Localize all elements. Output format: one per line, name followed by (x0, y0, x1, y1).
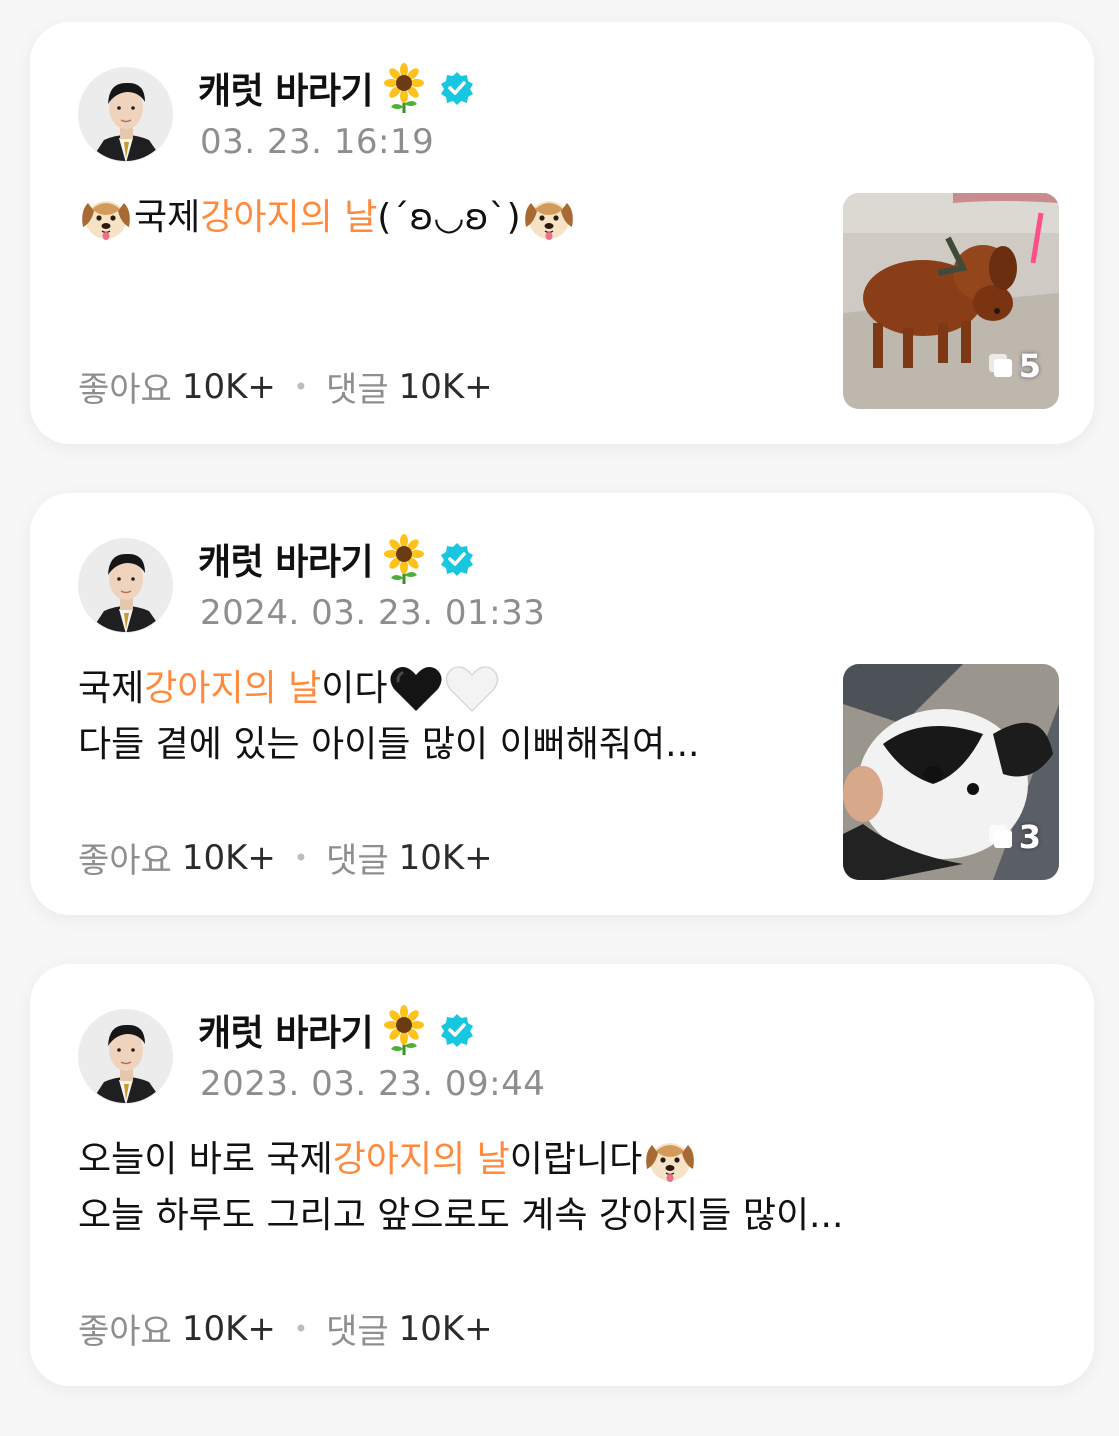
likes-count: 10K+ (181, 1308, 276, 1349)
post-date: 03. 23. 16:19 (200, 122, 435, 162)
separator-dot: • (293, 1314, 309, 1343)
likes-label[interactable]: 좋아요 (78, 1304, 172, 1353)
post-text: 이다 (321, 668, 388, 709)
author-name[interactable]: 캐럿 바라기 (198, 533, 374, 585)
image-count: 3 (1018, 818, 1041, 856)
separator-dot: • (293, 372, 309, 401)
avatar[interactable] (78, 538, 173, 633)
post-text: 다들 곁에 있는 아이들 많이 이뻐해줘여... (78, 724, 700, 765)
separator-dot: • (293, 843, 309, 872)
author-name[interactable]: 캐럿 바라기 (198, 62, 374, 114)
post-thumbnail[interactable]: 5 (843, 193, 1059, 409)
post-card[interactable]: 캐럿 바라기 (30, 22, 1094, 444)
post-body-line: 다들 곁에 있는 아이들 많이 이뻐해줘여... (78, 717, 818, 773)
comments-label[interactable]: 댓글 (326, 362, 389, 411)
post-body-line: 오늘 하루도 그리고 앞으로도 계속 강아지들 많이... (78, 1188, 978, 1244)
white-heart-emoji (444, 663, 500, 715)
post-text: 오늘이 바로 국제 (78, 1139, 333, 1180)
author-row: 캐럿 바라기 (198, 62, 475, 114)
likes-count: 10K+ (181, 366, 276, 407)
image-stack-icon (987, 352, 1015, 380)
post-thumbnail[interactable]: 3 (843, 664, 1059, 880)
post-card[interactable]: 캐럿 바라기 (30, 493, 1094, 915)
likes-label[interactable]: 좋아요 (78, 362, 172, 411)
highlight-keyword[interactable]: 강아지의 날 (144, 661, 321, 717)
post-stats: 좋아요 10K+ • 댓글 10K+ (78, 362, 493, 411)
post-date: 2023. 03. 23. 09:44 (200, 1064, 546, 1104)
post-text: 오늘 하루도 그리고 앞으로도 계속 강아지들 많이... (78, 1195, 844, 1236)
post-body[interactable]: 오늘이 바로 국제 강아지의 날 이랍니다 오늘 하루도 그리고 앞으로도 계속 (78, 1132, 978, 1244)
comments-count: 10K+ (398, 837, 493, 878)
image-stack-icon (987, 823, 1015, 851)
likes-count: 10K+ (181, 837, 276, 878)
post-body[interactable]: 국제 강아지의 날 이다 다들 곁에 있는 아이들 많이 이뻐해줘여... (78, 661, 818, 773)
dog-face-emoji (521, 193, 577, 243)
image-count: 5 (1018, 347, 1041, 385)
post-text: (´ʚ◡ʚ`) (377, 197, 521, 238)
comments-label[interactable]: 댓글 (326, 833, 389, 882)
dog-face-emoji (642, 1135, 698, 1185)
likes-label[interactable]: 좋아요 (78, 833, 172, 882)
post-card[interactable]: 캐럿 바라기 (30, 964, 1094, 1386)
post-stats: 좋아요 10K+ • 댓글 10K+ (78, 1304, 493, 1353)
avatar[interactable] (78, 1009, 173, 1104)
post-body-line: 국제 강아지의 날 이다 (78, 661, 818, 717)
verified-badge-icon (439, 541, 475, 577)
post-body-line: 국제 강아지의 날 (´ʚ◡ʚ`) (78, 190, 818, 246)
post-text: 국제 (134, 197, 201, 238)
highlight-keyword[interactable]: 강아지의 날 (200, 190, 377, 246)
sunflower-emoji (379, 1005, 429, 1055)
image-count-badge: 3 (987, 818, 1041, 856)
post-stats: 좋아요 10K+ • 댓글 10K+ (78, 833, 493, 882)
dog-face-emoji (78, 193, 134, 243)
comments-count: 10K+ (398, 366, 493, 407)
comments-label[interactable]: 댓글 (326, 1304, 389, 1353)
post-text: 국제 (78, 668, 145, 709)
post-body[interactable]: 국제 강아지의 날 (´ʚ◡ʚ`) (78, 190, 818, 246)
author-name[interactable]: 캐럿 바라기 (198, 1004, 374, 1056)
sunflower-emoji (379, 534, 429, 584)
verified-badge-icon (439, 70, 475, 106)
black-heart-emoji (388, 663, 444, 715)
author-row: 캐럿 바라기 (198, 533, 475, 585)
author-row: 캐럿 바라기 (198, 1004, 475, 1056)
post-text: 이랍니다 (509, 1139, 643, 1180)
sunflower-emoji (379, 63, 429, 113)
highlight-keyword[interactable]: 강아지의 날 (333, 1132, 510, 1188)
avatar[interactable] (78, 67, 173, 162)
post-date: 2024. 03. 23. 01:33 (200, 593, 546, 633)
image-count-badge: 5 (987, 347, 1041, 385)
post-body-line: 오늘이 바로 국제 강아지의 날 이랍니다 (78, 1132, 978, 1188)
verified-badge-icon (439, 1012, 475, 1048)
comments-count: 10K+ (398, 1308, 493, 1349)
